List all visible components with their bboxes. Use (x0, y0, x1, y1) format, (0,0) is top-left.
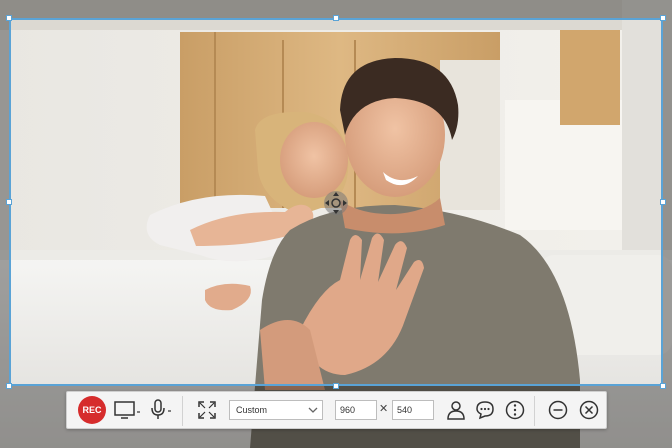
chevron-down-icon (308, 407, 318, 413)
move-arrows-icon[interactable] (322, 189, 350, 217)
resize-handle-bottom-right[interactable] (660, 383, 666, 389)
resize-handle-left[interactable] (6, 199, 12, 205)
chat-bubble-icon[interactable] (473, 398, 497, 422)
toolbar-divider (182, 396, 183, 426)
toolbar-divider (534, 396, 535, 426)
resize-handle-bottom[interactable] (333, 383, 339, 389)
microphone-icon[interactable] (149, 398, 175, 422)
region-preset-value: Custom (236, 405, 268, 415)
webcam-user-icon[interactable] (444, 398, 468, 422)
resize-handle-top-left[interactable] (6, 15, 12, 21)
minimize-icon[interactable] (546, 398, 570, 422)
close-icon[interactable] (577, 398, 601, 422)
width-input[interactable]: 960 (335, 400, 377, 420)
monitor-icon[interactable] (114, 398, 144, 422)
region-preset-select[interactable]: Custom (229, 400, 323, 420)
recording-toolbar: REC Custom 960 ✕ 540 (66, 391, 607, 429)
fullscreen-expand-icon[interactable] (195, 398, 219, 422)
more-options-icon[interactable] (503, 398, 527, 422)
resize-handle-bottom-left[interactable] (6, 383, 12, 389)
height-input[interactable]: 540 (392, 400, 434, 420)
dimension-times-sign: ✕ (379, 403, 389, 415)
resize-handle-top-right[interactable] (660, 15, 666, 21)
resize-handle-top[interactable] (333, 15, 339, 21)
rec-button[interactable]: REC (78, 396, 106, 424)
resize-handle-right[interactable] (660, 199, 666, 205)
